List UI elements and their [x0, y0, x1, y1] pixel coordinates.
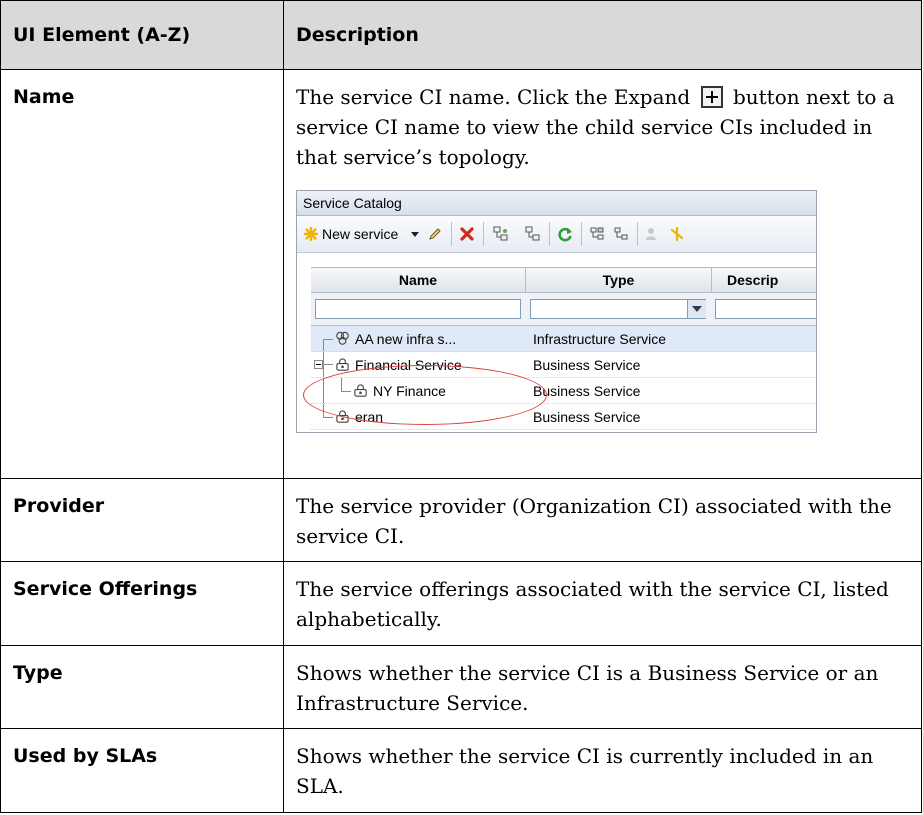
- table-header-row: UI Element (A-Z) Description: [0, 0, 922, 70]
- service-type: Infrastructure Service: [533, 330, 667, 347]
- tree-line: [323, 416, 333, 418]
- hierarchy-icon[interactable]: [525, 226, 541, 242]
- table-row: Name The service CI name. Click the Expa…: [0, 68, 922, 479]
- toolbar-separator: [451, 221, 452, 246]
- service-catalog-toolbar: New service: [297, 215, 816, 253]
- table-row: Used by SLAs Shows whether the service C…: [0, 728, 922, 813]
- tree-line: [323, 363, 333, 365]
- description-cell: Shows whether the service CI is currentl…: [283, 728, 922, 813]
- service-catalog-title: Service Catalog: [297, 190, 816, 216]
- chevron-down-icon[interactable]: [687, 299, 706, 318]
- element-name-cell: Type: [0, 644, 284, 730]
- ui-element-table: UI Element (A-Z) Description Name The se…: [0, 0, 922, 813]
- grid-column-name[interactable]: Name: [311, 273, 525, 287]
- dropdown-arrow-icon[interactable]: [409, 228, 421, 240]
- toolbar-separator: [581, 221, 582, 246]
- tree-line: [323, 338, 324, 351]
- toolbar-separator: [483, 221, 484, 246]
- refresh-icon[interactable]: [557, 226, 573, 242]
- type-filter-select[interactable]: [530, 298, 706, 319]
- expand-all-icon[interactable]: [589, 226, 605, 242]
- description-cell: The service CI name. Click the Expand bu…: [283, 68, 922, 479]
- filter-row: [311, 292, 816, 326]
- table-row: Provider The service provider (Organizat…: [0, 477, 922, 563]
- service-type: Business Service: [533, 356, 641, 373]
- toolbar-separator: [549, 221, 550, 246]
- table-row: Type Shows whether the service CI is a B…: [0, 644, 922, 730]
- description-filter-input[interactable]: [715, 298, 816, 319]
- table-row[interactable]: AA new infra s... Infrastructure Service: [311, 325, 816, 352]
- grid-column-type[interactable]: Type: [526, 273, 711, 287]
- business-service-icon: [336, 357, 349, 371]
- description-text-start: The service CI name. Click the Expand: [296, 84, 691, 109]
- grid-column-description[interactable]: Descrip: [727, 273, 816, 287]
- new-star-icon: [303, 226, 319, 241]
- users-icon[interactable]: [645, 226, 661, 242]
- toolbar-separator: [637, 221, 638, 246]
- delete-icon[interactable]: [459, 226, 475, 242]
- collapse-toggle-icon[interactable]: [314, 359, 323, 369]
- element-name-cell: Service Offerings: [0, 561, 284, 646]
- service-type: Business Service: [533, 408, 641, 425]
- element-name-cell: Used by SLAs: [0, 728, 284, 813]
- expand-icon: [700, 85, 723, 108]
- description-cell: The service provider (Organization CI) a…: [283, 477, 922, 563]
- name-filter-input[interactable]: [315, 298, 521, 319]
- column-header-ui-element: UI Element (A-Z): [0, 0, 284, 70]
- infrastructure-service-icon: [336, 331, 349, 345]
- element-name-cell: Name: [0, 68, 284, 479]
- collapse-all-icon[interactable]: [613, 226, 629, 242]
- grid-header: Name Type Descrip: [311, 266, 816, 324]
- service-type: Business Service: [533, 382, 641, 399]
- highlight-ellipse: [303, 364, 547, 425]
- new-item-icon[interactable]: [669, 226, 685, 242]
- table-row: Service Offerings The service offerings …: [0, 561, 922, 646]
- tree-line: [323, 338, 333, 340]
- column-header-description: Description: [283, 0, 922, 70]
- new-service-button[interactable]: New service: [322, 224, 398, 244]
- service-name: AA new infra s...: [355, 330, 457, 347]
- description-cell: Shows whether the service CI is a Busine…: [283, 644, 922, 730]
- name-description: The service CI name. Click the Expand bu…: [296, 82, 909, 172]
- description-cell: The service offerings associated with th…: [283, 561, 922, 646]
- pencil-icon[interactable]: [427, 226, 443, 242]
- element-name-cell: Provider: [0, 477, 284, 563]
- service-catalog-screenshot: Service Catalog New service Name Type De…: [296, 189, 817, 433]
- associate-icon[interactable]: [493, 226, 509, 242]
